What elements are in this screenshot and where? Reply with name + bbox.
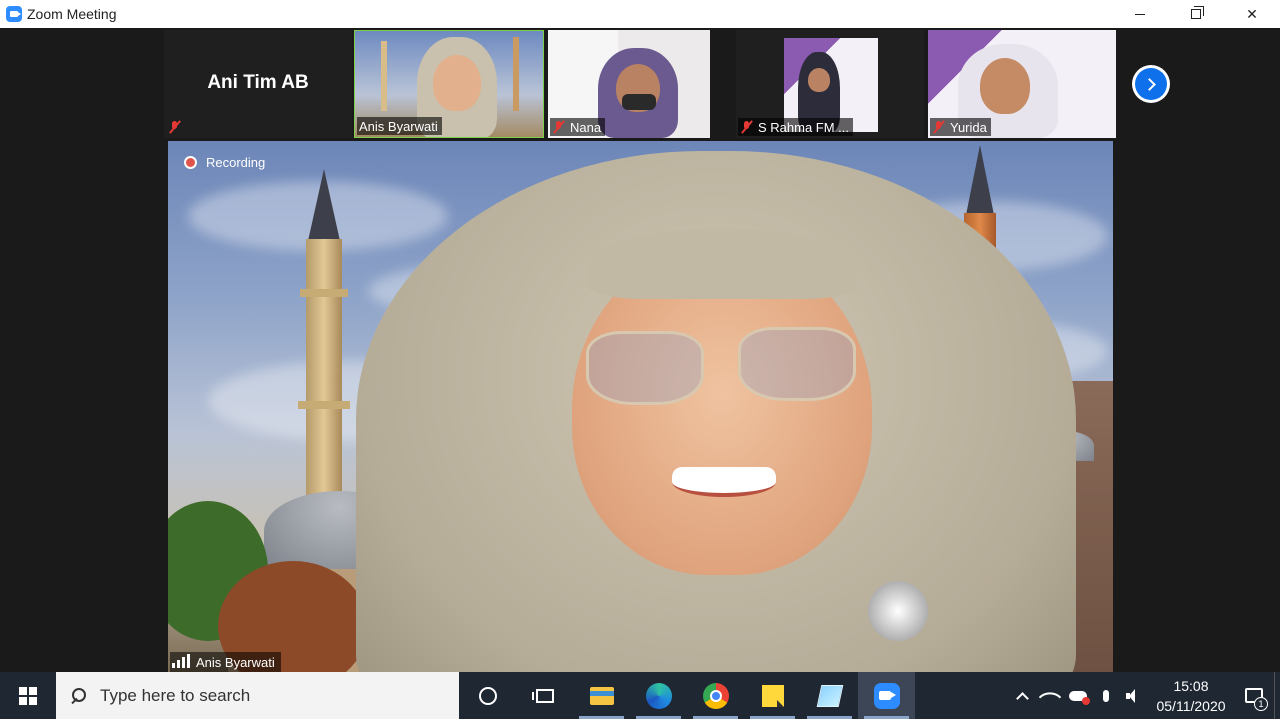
minaret-tower: [306, 239, 342, 511]
cortana-icon: [478, 686, 497, 705]
participant-tile[interactable]: S Rahma FM ...: [736, 30, 924, 138]
minaret-shape: [381, 41, 387, 111]
minimize-icon: [1135, 13, 1145, 15]
wifi-icon: [1042, 689, 1058, 703]
participant-tile[interactable]: Anis Byarwati: [354, 30, 544, 138]
system-tray: 15:08 05/11/2020 1: [1008, 672, 1280, 719]
sticky-notes-icon: [761, 684, 784, 707]
microphone-icon: [1103, 689, 1109, 702]
edge-icon: [645, 682, 672, 709]
recording-indicator: Recording: [184, 155, 265, 170]
hijab-inner: [588, 229, 858, 299]
microphone-button[interactable]: [1092, 672, 1120, 719]
zoom-taskbar-button[interactable]: [858, 672, 915, 719]
app-button[interactable]: [801, 672, 858, 719]
close-icon: ✕: [1246, 5, 1258, 22]
participant-name-tag: Anis Byarwati: [357, 117, 442, 135]
face-shape: [433, 55, 481, 111]
next-page-button[interactable]: [1132, 65, 1170, 103]
restore-button[interactable]: [1168, 0, 1224, 28]
file-explorer-icon: [589, 686, 614, 705]
onedrive-button[interactable]: [1064, 672, 1092, 719]
brooch: [868, 581, 928, 641]
search-placeholder: Type here to search: [100, 685, 251, 705]
participant-name: S Rahma FM ...: [758, 119, 850, 135]
mic-muted-icon: [168, 120, 182, 134]
active-speaker-tag: Anis Byarwati: [170, 652, 281, 672]
close-button[interactable]: ✕: [1224, 0, 1280, 28]
mask-shape: [622, 94, 656, 110]
onedrive-icon: [1069, 690, 1090, 705]
cortana-button[interactable]: [459, 672, 516, 719]
chevron-right-icon: [1143, 77, 1156, 91]
speaker-icon: [1126, 688, 1142, 703]
edge-button[interactable]: [630, 672, 687, 719]
task-view-icon: [531, 688, 554, 703]
action-center-button[interactable]: 1: [1234, 672, 1274, 719]
chevron-up-icon: [1015, 691, 1029, 705]
recording-label: Recording: [206, 155, 266, 170]
minimize-button[interactable]: [1112, 0, 1168, 28]
signal-strength-icon: [172, 654, 190, 668]
main-video: Recording Anis Byarwati: [168, 141, 1113, 672]
participant-name-tag: S Rahma FM ...: [738, 118, 854, 136]
zoom-app-icon: [6, 6, 22, 22]
participant-tile[interactable]: Nana: [548, 30, 710, 138]
participant-status: [166, 118, 190, 136]
start-button[interactable]: [0, 672, 56, 719]
show-desktop-button[interactable]: [1274, 672, 1280, 719]
restore-icon: [1191, 6, 1204, 19]
window-controls: ✕: [1112, 0, 1280, 28]
chrome-button[interactable]: [687, 672, 744, 719]
participant-tile[interactable]: Yurida: [928, 30, 1116, 138]
minaret-shape: [513, 37, 519, 111]
record-icon: [184, 156, 197, 169]
minaret-spire: [966, 145, 994, 215]
mic-muted-icon: [552, 120, 566, 134]
meeting-area: Ani Tim AB Anis Byarwati Nana S Rahma FM…: [0, 28, 1280, 672]
sticky-notes-button[interactable]: [744, 672, 801, 719]
participant-name-tag: Nana: [550, 118, 606, 136]
participant-name: Yurida: [950, 119, 987, 135]
face-shape: [980, 58, 1030, 114]
title-bar: Zoom Meeting ✕: [0, 0, 1280, 28]
volume-button[interactable]: [1120, 672, 1148, 719]
network-button[interactable]: [1036, 672, 1064, 719]
app-icon: [816, 684, 843, 707]
participant-name-tag: Yurida: [930, 118, 991, 136]
search-icon: [70, 687, 86, 704]
participant-name: Anis Byarwati: [359, 118, 438, 134]
chrome-icon: [702, 682, 729, 709]
mic-muted-icon: [932, 120, 946, 134]
participant-display-name: Ani Tim AB: [207, 72, 309, 93]
clock[interactable]: 15:08 05/11/2020: [1148, 676, 1234, 716]
minaret-spire: [308, 169, 340, 241]
file-explorer-button[interactable]: [573, 672, 630, 719]
glasses-right: [738, 327, 856, 401]
window-title: Zoom Meeting: [27, 6, 117, 22]
windows-icon: [19, 686, 37, 705]
taskbar: Type here to search 15:08 05/11/2020 1: [0, 672, 1280, 719]
participant-tile[interactable]: Ani Tim AB: [164, 30, 352, 138]
taskbar-search[interactable]: Type here to search: [56, 672, 459, 719]
mic-muted-icon: [740, 120, 754, 134]
participant-name: Nana: [570, 119, 602, 135]
show-hidden-icons-button[interactable]: [1008, 672, 1036, 719]
clock-date: 05/11/2020: [1156, 697, 1226, 714]
clock-time: 15:08: [1173, 677, 1209, 694]
active-speaker-name: Anis Byarwati: [196, 654, 275, 670]
face-shape: [808, 68, 830, 92]
notification-badge: 1: [1254, 697, 1268, 711]
zoom-icon: [873, 682, 900, 709]
task-view-button[interactable]: [516, 672, 573, 719]
glasses-left: [586, 331, 704, 405]
smile: [672, 467, 776, 497]
